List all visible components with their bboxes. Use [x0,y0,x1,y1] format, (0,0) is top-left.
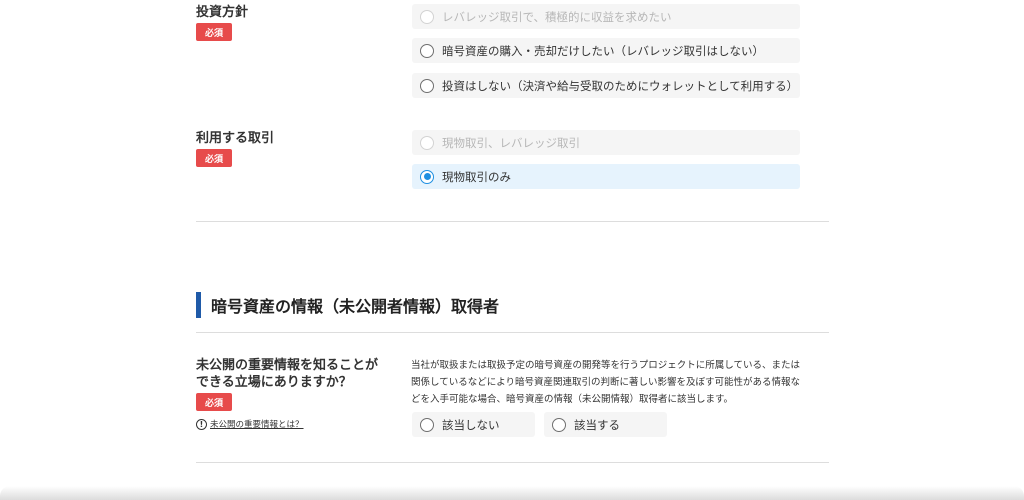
investment-option-spot-only[interactable]: 暗号資産の購入・売却だけしたい（レバレッジ取引はしない） [412,38,800,63]
insider-help-link[interactable]: 未公開の重要情報とは？ [210,418,304,430]
radio-unchecked-icon [420,78,434,93]
insider-description: 当社が取扱または取扱予定の暗号資産の開発等を行うプロジェクトに所属している、また… [411,357,829,408]
radio-checked-icon [420,169,434,184]
required-badge: 必須 [196,149,232,167]
trade-option-spot-and-leverage: 現物取引、レバレッジ取引 [412,130,800,155]
insider-label-line1: 未公開の重要情報を知ることが [196,358,379,373]
option-label: 現物取引のみ [442,169,511,184]
option-label: 現物取引、レバレッジ取引 [442,135,580,150]
insider-label-line2: できる立場にありますか？ [196,375,352,390]
option-label: 暗号資産の購入・売却だけしたい（レバレッジ取引はしない） [442,43,764,58]
investment-policy-label: 投資方針 [196,5,249,20]
section-heading: 暗号資産の情報（未公開者情報）取得者 [196,292,499,318]
investment-option-leverage: レバレッジ取引で、積極的に収益を求めたい [412,4,800,29]
insider-option-no[interactable]: 該当しない [412,412,535,437]
section-divider [196,332,829,333]
insider-option-yes[interactable]: 該当する [544,412,667,437]
info-icon: ! [196,418,207,430]
option-label: 該当しない [442,417,500,432]
window-bottom-edge [0,486,1024,500]
radio-unchecked-icon [420,43,434,58]
required-badge: 必須 [196,393,232,411]
radio-unchecked-icon [552,417,566,432]
required-badge: 必須 [196,23,232,41]
trade-option-spot-only[interactable]: 現物取引のみ [412,164,800,189]
section-divider [196,462,829,463]
option-label: レバレッジ取引で、積極的に収益を求めたい [442,9,672,24]
radio-unchecked-icon [420,135,434,150]
investment-policy-field: 投資方針 必須 レバレッジ取引で、積極的に収益を求めたい 暗号資産の購入・売却だ… [196,4,829,100]
section-divider [196,221,829,222]
description-line: 当社が取扱または取扱予定の暗号資産の開発等を行うプロジェクトに所属している、また… [411,360,801,371]
trade-type-label: 利用する取引 [196,131,275,146]
option-label: 投資はしない（決済や給与受取のためにウォレットとして利用する） [442,78,799,93]
investment-option-wallet[interactable]: 投資はしない（決済や給与受取のためにウォレットとして利用する） [412,73,800,98]
trade-type-field: 利用する取引 必須 現物取引、レバレッジ取引 現物取引のみ [196,130,829,192]
description-line: どを入手可能な場合、暗号資産の情報（未公開情報）取得者に該当します。 [411,394,734,405]
description-line: 関係しているなどにより暗号資産関連取引の判断に著しい影響を及ぼす可能性がある情報… [411,377,801,388]
section-title: 暗号資産の情報（未公開者情報）取得者 [211,297,500,316]
radio-unchecked-icon [420,9,434,24]
option-label: 該当する [574,417,620,432]
section-accent-bar [196,292,201,318]
insider-help: ! 未公開の重要情報とは？ [196,418,304,430]
radio-unchecked-icon [420,417,434,432]
account-form-page: 投資方針 必須 レバレッジ取引で、積極的に収益を求めたい 暗号資産の購入・売却だ… [0,0,1024,500]
